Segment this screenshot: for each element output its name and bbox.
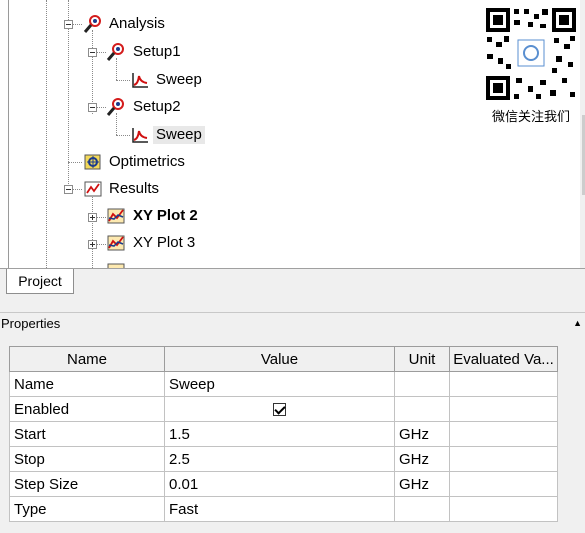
property-value[interactable]: 2.5 xyxy=(164,446,395,472)
expand-toggle[interactable] xyxy=(88,213,97,222)
qr-caption: 微信关注我们 xyxy=(491,109,570,124)
tree-item-sweep-selected[interactable]: Sweep xyxy=(153,126,205,144)
property-name: Enabled xyxy=(9,396,165,422)
table-row[interactable]: Stop 2.5 GHz xyxy=(9,446,558,472)
collapse-toggle[interactable] xyxy=(88,48,97,57)
tree-connector xyxy=(92,195,93,268)
properties-title: Properties xyxy=(1,316,61,331)
table-row[interactable]: Step Size 0.01 GHz xyxy=(9,471,558,497)
sweep-icon xyxy=(130,125,150,145)
property-name: Start xyxy=(9,421,165,447)
sweep-icon xyxy=(130,70,150,90)
column-header-unit[interactable]: Unit xyxy=(394,346,450,372)
property-value[interactable]: Sweep xyxy=(164,371,395,397)
enabled-checkbox[interactable] xyxy=(273,403,286,417)
tree-item-analysis[interactable]: Analysis xyxy=(109,15,165,33)
tree-connector xyxy=(46,0,47,268)
panel-splitter[interactable] xyxy=(0,298,585,312)
tree-connector xyxy=(116,80,130,81)
table-row[interactable]: Start 1.5 GHz xyxy=(9,421,558,447)
property-unit xyxy=(394,396,450,422)
tree-item-optimetrics[interactable]: Optimetrics xyxy=(109,153,185,171)
collapse-toggle[interactable] xyxy=(64,185,73,194)
results-icon xyxy=(83,179,103,199)
collapse-toggle[interactable] xyxy=(64,20,73,29)
property-value[interactable]: Fast xyxy=(164,496,395,522)
column-header-value[interactable]: Value xyxy=(164,346,395,372)
property-evaluated xyxy=(449,446,558,472)
property-evaluated xyxy=(449,371,558,397)
setup-icon xyxy=(106,97,126,117)
column-header-name[interactable]: Name xyxy=(9,346,165,372)
tab-strip: Project xyxy=(0,268,585,299)
analysis-icon xyxy=(83,14,103,34)
tree-item-xy-plot-3[interactable]: XY Plot 3 xyxy=(133,234,195,252)
property-unit: GHz xyxy=(394,421,450,447)
expand-toggle[interactable] xyxy=(88,240,97,249)
property-evaluated xyxy=(449,396,558,422)
xy-plot-icon xyxy=(106,261,126,268)
table-header-row: Name Value Unit Evaluated Va... xyxy=(9,346,558,372)
table-row[interactable]: Type Fast xyxy=(9,496,558,522)
property-unit xyxy=(394,496,450,522)
tree-item-results[interactable]: Results xyxy=(109,180,159,198)
tree-scrollbar[interactable] xyxy=(580,0,585,268)
property-name: Name xyxy=(9,371,165,397)
collapse-arrow-icon[interactable]: ▲ xyxy=(573,318,582,328)
property-value[interactable]: 0.01 xyxy=(164,471,395,497)
xy-plot-icon xyxy=(106,233,126,253)
tree-item-setup1[interactable]: Setup1 xyxy=(133,43,181,61)
property-value[interactable]: 1.5 xyxy=(164,421,395,447)
property-evaluated xyxy=(449,421,558,447)
tree-connector xyxy=(92,30,93,114)
properties-header: Properties ▲ xyxy=(0,312,585,336)
qr-code-image xyxy=(484,6,578,102)
tree-connector xyxy=(68,162,82,163)
tab-project[interactable]: Project xyxy=(6,269,74,294)
property-name: Step Size xyxy=(9,471,165,497)
optimetrics-icon xyxy=(83,152,103,172)
xy-plot-icon xyxy=(106,206,126,226)
properties-table: Name Value Unit Evaluated Va... Name Swe… xyxy=(9,346,558,522)
property-unit: GHz xyxy=(394,471,450,497)
table-row[interactable]: Name Sweep xyxy=(9,371,558,397)
tree-item-sweep[interactable]: Sweep xyxy=(156,71,202,89)
property-name: Type xyxy=(9,496,165,522)
collapse-toggle[interactable] xyxy=(88,103,97,112)
column-header-evaluated-value[interactable]: Evaluated Va... xyxy=(449,346,558,372)
property-unit xyxy=(394,371,450,397)
property-name: Stop xyxy=(9,446,165,472)
setup-icon xyxy=(106,42,126,62)
property-evaluated xyxy=(449,496,558,522)
tree-item-xy-plot-2[interactable]: XY Plot 2 xyxy=(133,207,198,225)
property-evaluated xyxy=(449,471,558,497)
table-row[interactable]: Enabled xyxy=(9,396,558,422)
property-unit: GHz xyxy=(394,446,450,472)
tree-connector xyxy=(116,135,130,136)
property-value xyxy=(164,396,395,422)
tree-item-setup2[interactable]: Setup2 xyxy=(133,98,181,116)
